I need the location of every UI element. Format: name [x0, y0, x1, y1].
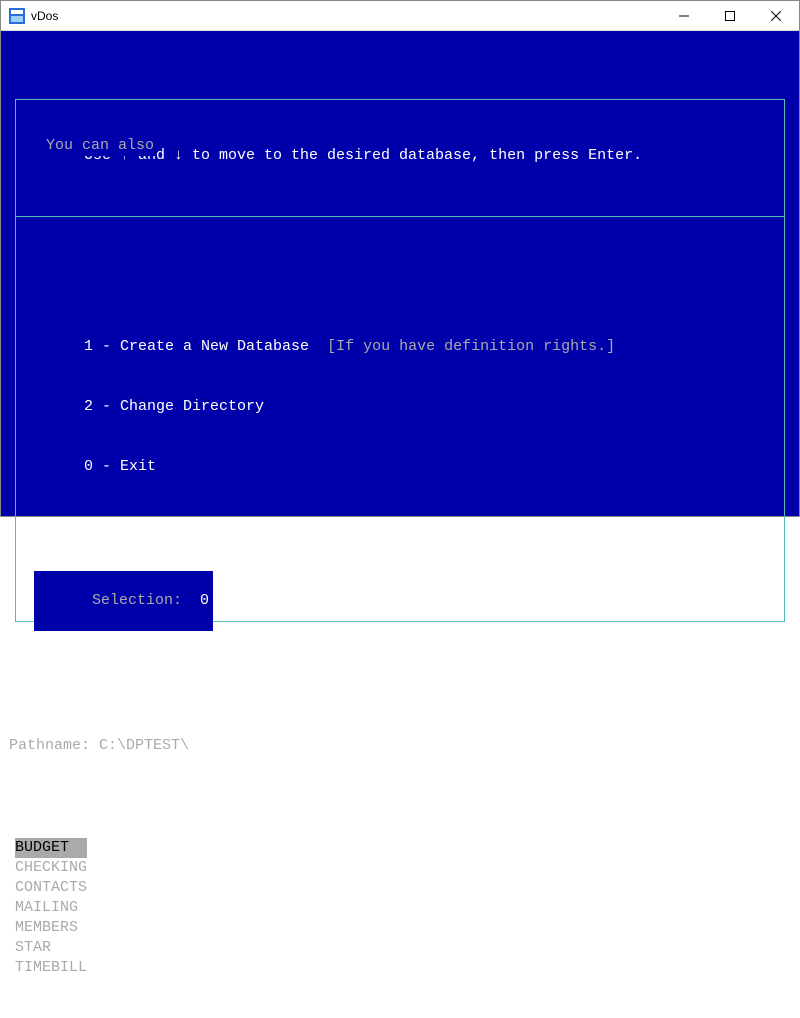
database-item[interactable]: MAILING	[15, 898, 795, 918]
maximize-button[interactable]	[707, 1, 753, 31]
database-item[interactable]: CHECKING	[15, 858, 795, 878]
pathname-value: C:\DPTEST\	[99, 737, 189, 754]
menu-box: Use ↑ and ↓ to move to the desired datab…	[15, 99, 785, 622]
vdos-icon	[9, 8, 25, 24]
options-list: 1 - Create a New Database [If you have d…	[16, 297, 784, 517]
pathname-label: Pathname:	[9, 737, 90, 754]
pathname-line: Pathname: C:\DPTEST\	[5, 736, 795, 756]
terminal-screen[interactable]: Use ↑ and ↓ to move to the desired datab…	[1, 31, 799, 516]
minimize-icon	[679, 11, 689, 21]
maximize-icon	[725, 11, 735, 21]
option-2[interactable]: 2 - Change Directory	[84, 397, 784, 417]
option-1[interactable]: 1 - Create a New Database [If you have d…	[84, 337, 784, 357]
selection-row: Selection: 0	[34, 571, 213, 631]
database-item[interactable]: CONTACTS	[15, 878, 795, 898]
close-icon	[771, 11, 781, 21]
minimize-button[interactable]	[661, 1, 707, 31]
database-item[interactable]: MEMBERS	[15, 918, 795, 938]
window-title: vDos	[31, 9, 58, 23]
selection-input[interactable]: 0	[200, 592, 209, 609]
database-item[interactable]: BUDGET	[15, 838, 87, 858]
database-item[interactable]: STAR	[15, 938, 795, 958]
database-list: BUDGETCHECKINGCONTACTSMAILINGMEMBERSSTAR…	[5, 838, 795, 978]
divider	[16, 216, 784, 217]
window-titlebar: vDos	[1, 1, 799, 31]
database-item[interactable]: TIMEBILL	[15, 958, 795, 978]
close-button[interactable]	[753, 1, 799, 31]
option-0[interactable]: 0 - Exit	[84, 457, 784, 477]
legend-text: You can also	[44, 136, 156, 156]
selection-label: Selection:	[92, 592, 182, 609]
